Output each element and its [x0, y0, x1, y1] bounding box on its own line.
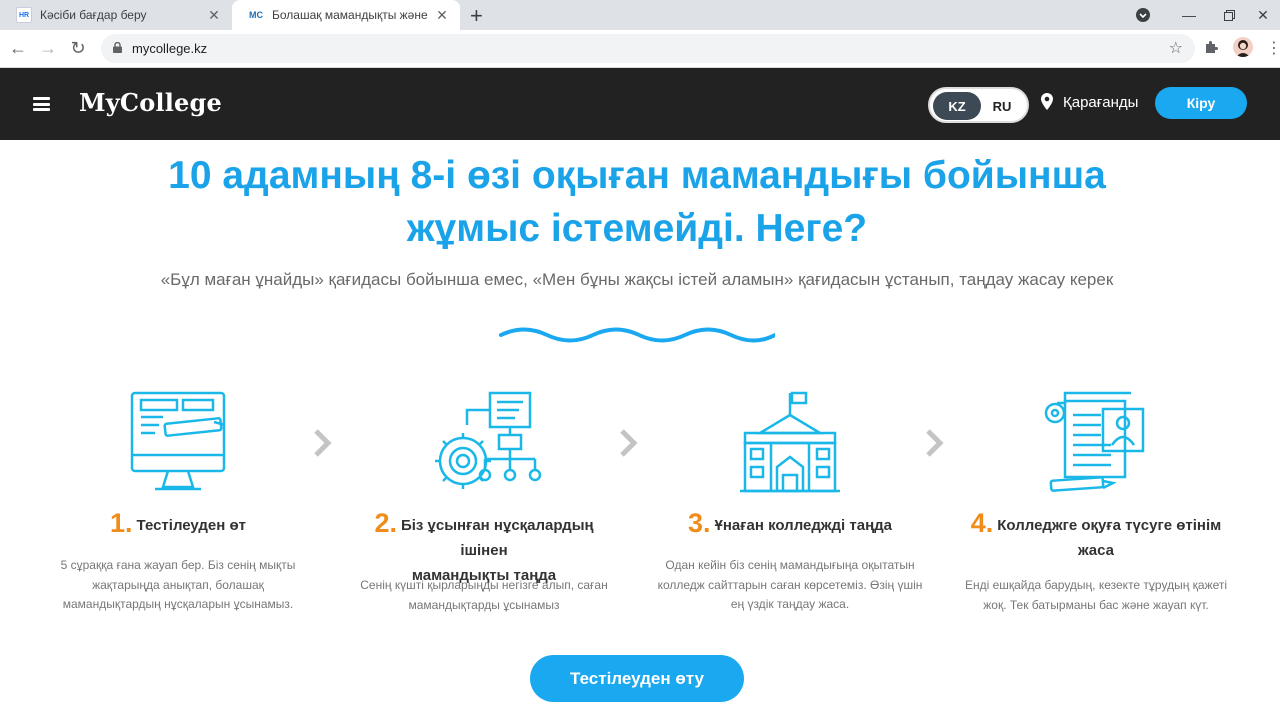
step-3-title: 3. Ұнаған колледжді таңда — [655, 508, 925, 538]
desc-line: жақтарыңда анықтап, болашақ — [92, 577, 264, 592]
lang-ru-button[interactable]: RU — [978, 92, 1026, 120]
step-1-number: 1. — [110, 508, 133, 538]
hamburger-menu-icon[interactable] — [33, 97, 50, 111]
browser-toolbar: ← → ↻ mycollege.kz ☆ ⋮ — [0, 30, 1280, 68]
close-tab-icon[interactable]: ✕ — [202, 7, 226, 24]
wave-divider — [499, 327, 775, 343]
desc-line: Одан кейін біз сенің мамандығыңа оқытаты… — [665, 558, 915, 572]
step-3-title-text: Ұнаған колледжді таңда — [714, 517, 893, 534]
close-tab-icon[interactable]: ✕ — [430, 7, 454, 24]
lock-icon — [113, 42, 122, 53]
application-documents-icon — [1044, 391, 1145, 492]
step-4-description: Енді ешқайда барудың, кезекте тұрудың қа… — [961, 576, 1231, 615]
desc-line: Енді ешқайда барудың, кезекте тұрудың қа… — [964, 578, 1228, 592]
desc-line: Сенің күшті қырларыңды негізге алып, сағ… — [360, 578, 608, 592]
step-3-number: 3. — [687, 508, 711, 538]
hero-title: 10 адамның 8-і өзі оқыған мамандығы бойы… — [100, 149, 1174, 255]
chevron-right-icon — [314, 429, 332, 457]
bookmark-star-icon[interactable]: ☆ — [1169, 38, 1183, 58]
language-switch: KZ RU — [928, 87, 1029, 123]
step-2-number: 2. — [374, 508, 397, 538]
step-1-title-text: Тестілеуден өт — [136, 517, 246, 534]
browser-tab-active[interactable]: MC Болашақ мамандықты және кол ✕ — [232, 0, 460, 30]
step-4-title: 4. Колледжге оқуға түсуге өтінім жаса — [961, 508, 1231, 563]
step-2-description: Сенің күшті қырларыңды негізге алып, сағ… — [349, 576, 619, 615]
city-selector[interactable]: Қарағанды — [1063, 94, 1138, 111]
new-tab-icon[interactable]: + — [470, 3, 483, 29]
chevron-right-icon — [926, 429, 944, 457]
step-1-description: 5 сұраққа ғана жауап бер. Біз сенің мықт… — [43, 556, 313, 615]
hero-title-line1: 10 адамның 8-і өзі оқыған мамандығы бойы… — [168, 154, 1106, 197]
step-1-title: 1. Тестілеуден өт — [43, 508, 313, 538]
desc-line: жоқ. Тек батырманы бас және жауап күт. — [983, 597, 1209, 612]
step-4-title-text-line2: жаса — [1077, 542, 1115, 559]
step-4-title-text: Колледжге оқуға түсуге өтінім — [997, 517, 1222, 534]
hr-favicon-icon: HR — [16, 7, 32, 23]
extensions-puzzle-icon[interactable] — [1203, 39, 1219, 55]
tab-title: Болашақ мамандықты және кол — [272, 8, 430, 22]
browser-tab-inactive[interactable]: HR Кәсіби бағдар беру ✕ — [0, 0, 232, 30]
desc-line: колледж сайттарын саған көрсетеміз. Өзің… — [657, 577, 923, 592]
tab-search-icon[interactable] — [1120, 0, 1166, 30]
college-building-icon — [740, 391, 840, 493]
lang-kz-button[interactable]: KZ — [933, 92, 981, 120]
url-text: mycollege.kz — [132, 41, 208, 56]
chevron-right-icon — [620, 429, 638, 457]
mc-favicon-icon: MC — [249, 10, 263, 20]
start-test-button[interactable]: Тестілеуден өту — [530, 655, 744, 702]
site-header: MyCollege KZ RU Қарағанды Кіру — [0, 68, 1280, 140]
back-icon[interactable]: ← — [6, 38, 30, 59]
hero-subtitle: «Бұл маған ұнайды» қағидасы бойынша емес… — [160, 270, 1114, 289]
close-window-icon[interactable]: ✕ — [1240, 0, 1280, 30]
step-4-number: 4. — [970, 508, 994, 538]
login-button[interactable]: Кіру — [1155, 87, 1247, 119]
step-2-title-text: Біз ұсынған нұсқалардың ішінен — [400, 517, 594, 559]
desc-line: мамандықтардың нұсқаларын ұсынамыз. — [62, 597, 294, 611]
reload-icon[interactable]: ↻ — [66, 38, 90, 59]
address-bar[interactable]: mycollege.kz ☆ — [101, 34, 1195, 63]
site-logo[interactable]: MyCollege — [79, 88, 222, 117]
location-pin-icon — [1041, 93, 1053, 110]
step-3-description: Одан кейін біз сенің мамандығыңа оқытаты… — [655, 556, 925, 615]
browser-menu-icon[interactable]: ⋮ — [1266, 38, 1280, 58]
profile-avatar[interactable] — [1233, 37, 1253, 57]
hero-title-line2: жұмыс істемейді. Неге? — [406, 207, 868, 250]
browser-tabstrip: HR Кәсіби бағдар беру ✕ MC Болашақ маман… — [0, 0, 1280, 30]
computer-test-icon — [130, 391, 226, 491]
forward-icon[interactable]: → — [36, 38, 60, 59]
desc-line: ең үздік таңдау жаса. — [730, 597, 850, 611]
gear-flowchart-icon — [435, 391, 542, 489]
desc-line: 5 сұраққа ғана жауап бер. Біз сенің мықт… — [60, 558, 296, 572]
tab-title: Кәсіби бағдар беру — [40, 8, 147, 22]
desc-line: мамандықтарды ұсынамыз — [408, 597, 560, 612]
